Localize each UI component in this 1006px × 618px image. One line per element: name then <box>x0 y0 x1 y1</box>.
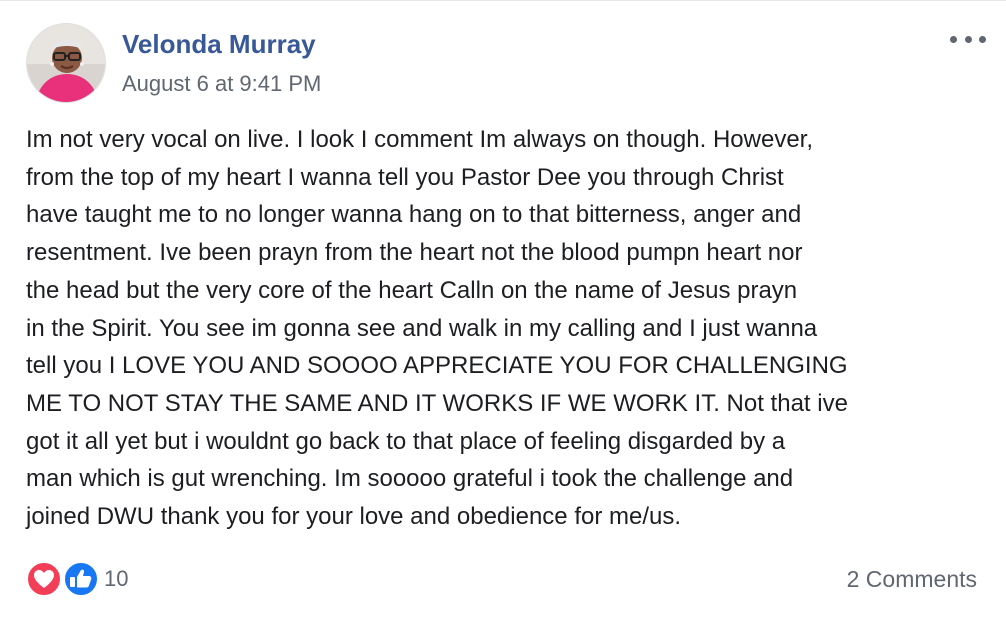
love-reaction-icon <box>26 561 62 597</box>
more-horizontal-icon-dot <box>964 35 972 43</box>
comments-count-link[interactable]: 2 Comments <box>847 566 977 593</box>
reaction-count[interactable]: 10 <box>104 566 128 592</box>
reaction-icons[interactable] <box>26 561 102 597</box>
avatar-image <box>27 24 105 102</box>
more-horizontal-icon-dot <box>979 35 986 43</box>
post-text: Im not very vocal on live. I look I comm… <box>26 126 848 531</box>
post-timestamp[interactable]: August 6 at 9:41 PM <box>122 71 321 97</box>
like-reaction-icon <box>63 561 99 597</box>
author-name[interactable]: Velonda Murray <box>122 29 316 60</box>
post-card: Velonda Murray August 6 at 9:41 PM Im no… <box>0 0 1006 618</box>
avatar[interactable] <box>26 23 106 103</box>
more-options-button[interactable] <box>950 29 986 49</box>
post-header: Velonda Murray August 6 at 9:41 PM <box>26 21 966 105</box>
reactions-bar: 10 2 Comments <box>26 559 981 601</box>
more-horizontal-icon <box>950 35 957 43</box>
